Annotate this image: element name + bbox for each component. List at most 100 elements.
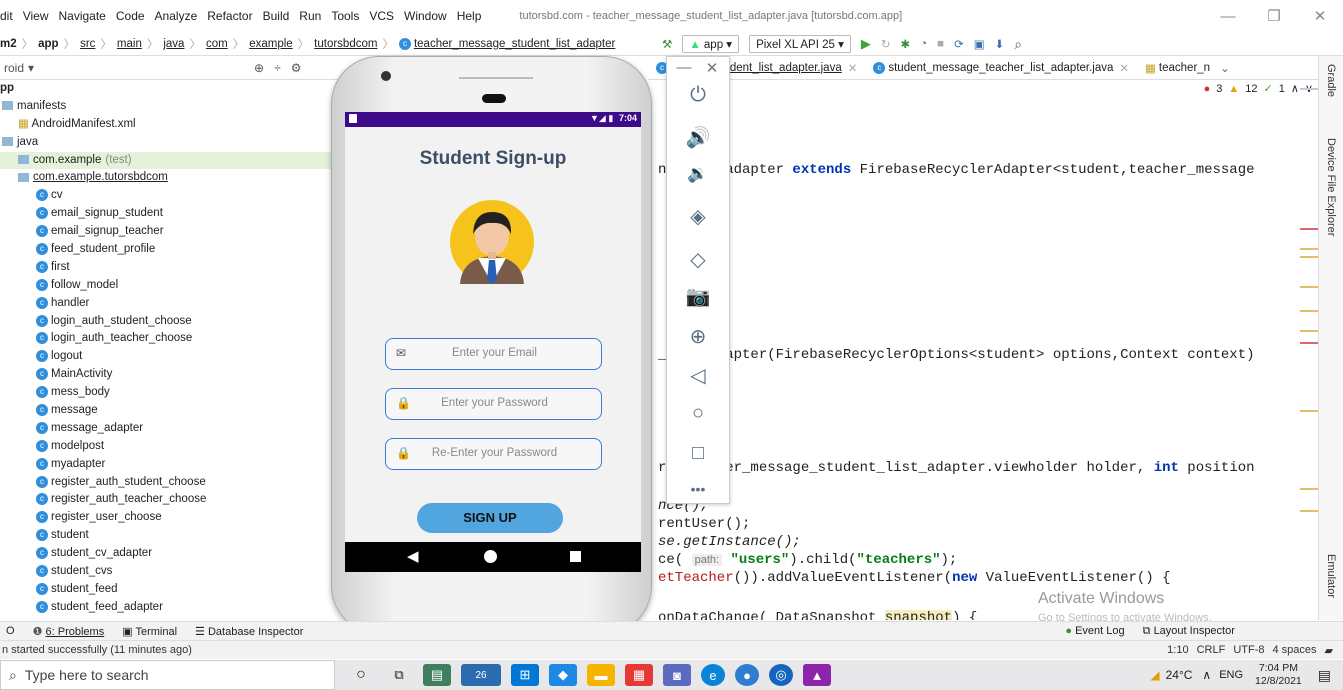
tree-item[interactable]: c student	[0, 527, 346, 545]
debug-icon[interactable]: ✱	[901, 37, 911, 51]
chrome-icon[interactable]: ●	[735, 664, 759, 686]
run-tool[interactable]: O	[6, 625, 15, 637]
stop-icon[interactable]: ■	[937, 38, 944, 50]
task-view-icon[interactable]: ⧉	[385, 664, 413, 686]
back-icon[interactable]: ◀	[407, 547, 419, 565]
app-icon-3[interactable]: ▦	[625, 664, 653, 686]
breadcrumb-tutorsbdcom[interactable]: tutorsbdcom	[314, 38, 377, 50]
tree-item[interactable]: c message_adapter	[0, 420, 346, 438]
breadcrumb-example[interactable]: example	[249, 38, 292, 50]
tree-item[interactable]: c student_cv_adapter	[0, 545, 346, 563]
volume-down-icon[interactable]: 🔉	[667, 164, 729, 184]
close-icon[interactable]: ✕	[1297, 7, 1343, 25]
rerun-icon[interactable]: ↻	[881, 37, 891, 51]
tree-item[interactable]: c feed_student_profile	[0, 241, 346, 259]
sdk-manager-icon[interactable]: ⬇	[995, 37, 1005, 51]
language-indicator[interactable]: ENG	[1219, 669, 1243, 681]
breadcrumb-com[interactable]: com	[206, 38, 228, 50]
signup-button[interactable]: SIGN UP	[417, 503, 563, 533]
tree-item[interactable]: c register_auth_student_choose	[0, 474, 346, 492]
tree-item[interactable]: ▦ AndroidManifest.xml	[0, 116, 346, 134]
store-icon[interactable]: ⊞	[511, 664, 539, 686]
menu-build[interactable]: Build	[263, 9, 290, 23]
tree-item[interactable]: c message	[0, 402, 346, 420]
home-icon[interactable]: ○	[667, 402, 729, 425]
menu-analyze[interactable]: Analyze	[155, 9, 198, 23]
tree-item[interactable]: c modelpost	[0, 438, 346, 456]
breadcrumb-main[interactable]: main	[117, 38, 142, 50]
locate-icon[interactable]: ⊕	[254, 61, 264, 75]
back-icon[interactable]: ◁	[667, 363, 729, 388]
profile-icon[interactable]: ◔	[920, 38, 927, 50]
memory-icon[interactable]: ▰	[1325, 644, 1333, 657]
layout-inspector-tool[interactable]: ⧉ Layout Inspector	[1143, 625, 1235, 638]
tree-item[interactable]: c cv	[0, 187, 346, 205]
tree-item[interactable]: com.example.tutorsbdcom	[0, 169, 346, 187]
tree-item[interactable]: c MainActivity	[0, 366, 346, 384]
file-explorer-icon[interactable]: ▬	[587, 664, 615, 686]
tree-item[interactable]: c mess_body	[0, 384, 346, 402]
tree-item[interactable]: c follow_model	[0, 277, 346, 295]
tree-item[interactable]: c student_cvs	[0, 563, 346, 581]
breadcrumb-java[interactable]: java	[163, 38, 184, 50]
run-config-select[interactable]: ▲ app ▾	[682, 35, 740, 53]
camera-icon[interactable]: 📷	[667, 284, 729, 309]
tree-item[interactable]: c email_signup_student	[0, 205, 346, 223]
tree-item[interactable]: c login_auth_teacher_choose	[0, 330, 346, 348]
tree-item[interactable]: c student_feed_adapter	[0, 599, 346, 617]
menu-view[interactable]: View	[23, 9, 49, 23]
code-editor[interactable]: nt_list_adapter extends FirebaseRecycler…	[648, 80, 1318, 620]
password-field[interactable]: 🔒 Enter your Password	[385, 388, 602, 420]
tab-student-message[interactable]: c student_message_teacher_list_adapter.ja…	[865, 61, 1137, 75]
mail-icon[interactable]: 26	[461, 664, 501, 686]
tree-item[interactable]: manifests	[0, 98, 346, 116]
sync-icon[interactable]: ⟳	[954, 37, 964, 51]
app-icon-1[interactable]: ▤	[423, 664, 451, 686]
menu-navigate[interactable]: Navigate	[58, 9, 105, 23]
breadcrumb-module[interactable]: m2	[0, 38, 17, 50]
email-field[interactable]: ✉ Enter your Email	[385, 338, 602, 370]
error-stripe[interactable]	[1300, 80, 1318, 620]
event-log-tool[interactable]: ● Event Log	[1065, 625, 1124, 637]
collapse-icon[interactable]: ÷	[274, 61, 281, 75]
tree-item[interactable]: c email_signup_teacher	[0, 223, 346, 241]
app-icon-4[interactable]: ◙	[663, 664, 691, 686]
run-icon[interactable]: ▶	[861, 36, 871, 52]
menu-refactor[interactable]: Refactor	[207, 9, 252, 23]
search-everywhere-icon[interactable]: ⌕	[1014, 36, 1022, 53]
tree-item[interactable]: java	[0, 134, 346, 152]
tab-list-icon[interactable]: ⌄	[1220, 61, 1230, 75]
tree-item[interactable]: c myadapter	[0, 456, 346, 474]
taskbar-search[interactable]: ⌕ Type here to search	[0, 660, 335, 690]
breadcrumb-app[interactable]: app	[38, 38, 58, 50]
problems-tool[interactable]: ❶ 6: Problems	[33, 625, 105, 638]
zoom-icon[interactable]: ⊕	[667, 324, 729, 349]
avd-manager-icon[interactable]: ▣	[974, 37, 985, 51]
close-tab-icon[interactable]: ✕	[1119, 61, 1129, 75]
close-tab-icon[interactable]: ✕	[848, 61, 858, 75]
menu-vcs[interactable]: VCS	[369, 9, 394, 23]
device-select[interactable]: Pixel XL API 25 ▾	[749, 35, 851, 53]
previous-icon[interactable]: ∧	[1291, 82, 1299, 95]
menu-window[interactable]: Window	[404, 9, 447, 23]
hammer-icon[interactable]: ⚒	[662, 37, 672, 51]
power-icon[interactable]: ⏻	[667, 84, 729, 107]
menu-edit[interactable]: dit	[0, 9, 13, 23]
menu-tools[interactable]: Tools	[331, 9, 359, 23]
notification-icon[interactable]: ▤	[1318, 667, 1331, 684]
tray-chevron-icon[interactable]: ∧	[1202, 668, 1211, 682]
rotate-left-icon[interactable]: ◈	[667, 204, 729, 229]
tree-item[interactable]: c first	[0, 259, 346, 277]
breadcrumb-src[interactable]: src	[80, 38, 95, 50]
more-icon[interactable]: •••	[667, 481, 729, 497]
gradle-tool[interactable]: Gradle	[1325, 64, 1337, 97]
menu-help[interactable]: Help	[457, 9, 482, 23]
tree-item[interactable]: c logout	[0, 348, 346, 366]
settings-icon[interactable]: ⚙	[291, 61, 302, 75]
menu-run[interactable]: Run	[299, 9, 321, 23]
weather-temp[interactable]: 24°C	[1166, 668, 1193, 682]
tree-item[interactable]: c register_auth_teacher_choose	[0, 491, 346, 509]
project-root[interactable]: pp	[0, 80, 346, 98]
breadcrumb-current-file[interactable]: teacher_message_student_list_adapter	[414, 38, 615, 50]
tree-item[interactable]: c login_auth_student_choose	[0, 313, 346, 331]
